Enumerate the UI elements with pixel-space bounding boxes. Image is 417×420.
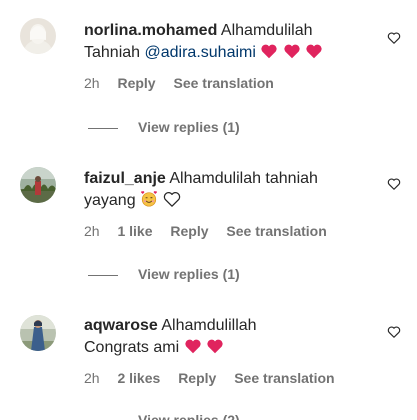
reply-button[interactable]: Reply	[170, 223, 208, 239]
reply-button[interactable]: Reply	[178, 370, 216, 386]
comment-text: Alhamdulillah	[161, 317, 257, 334]
comment-time: 2h	[84, 223, 100, 239]
view-replies-button[interactable]: View replies (1)	[88, 266, 240, 282]
see-translation-button[interactable]: See translation	[234, 370, 334, 386]
avatar[interactable]	[20, 315, 56, 351]
see-translation-button[interactable]: See translation	[173, 75, 273, 91]
red-heart-emoji	[305, 42, 323, 60]
comment-text: Tahniah	[84, 44, 141, 61]
comment-body: faizul_anje Alhamdulilah tahniah yayang	[84, 168, 374, 212]
avatar[interactable]	[20, 167, 56, 203]
comment-meta: 2h Reply See translation	[84, 75, 288, 91]
comment-meta: 2h 1 like Reply See translation	[84, 223, 341, 239]
white-heart-emoji	[163, 190, 181, 208]
comment-username[interactable]: aqwarose	[84, 317, 158, 334]
comment-text: Congrats ami	[84, 339, 180, 356]
likes-count[interactable]: 1 like	[117, 223, 152, 239]
red-heart-emoji	[184, 337, 202, 355]
comment-username[interactable]: faizul_anje	[84, 170, 166, 187]
mention-link[interactable]: @adira.suhaimi	[145, 44, 256, 61]
comment-body: aqwarose Alhamdulillah Congrats ami	[84, 315, 374, 359]
view-replies-button[interactable]: View replies (1)	[88, 119, 240, 135]
comment-meta: 2h 2 likes Reply See translation	[84, 370, 349, 386]
comment-time: 2h	[84, 370, 100, 386]
smiling-face-with-hearts-emoji	[140, 190, 158, 208]
reply-button[interactable]: Reply	[117, 75, 155, 91]
comment-body: norlina.mohamed Alhamdulilah Tahniah @ad…	[84, 20, 374, 64]
comments-panel: norlina.mohamed Alhamdulilah Tahniah @ad…	[0, 0, 417, 420]
avatar[interactable]	[20, 18, 56, 54]
see-translation-button[interactable]: See translation	[226, 223, 326, 239]
red-heart-emoji	[260, 42, 278, 60]
view-replies-label: View replies (1)	[138, 119, 240, 135]
view-replies-label: View replies (2)	[138, 412, 240, 420]
red-heart-emoji	[283, 42, 301, 60]
heart-outline-icon[interactable]	[387, 325, 401, 339]
red-heart-emoji	[206, 337, 224, 355]
comment-text: Alhamdulilah tahniah	[169, 170, 318, 187]
heart-outline-icon[interactable]	[387, 177, 401, 191]
likes-count[interactable]: 2 likes	[117, 370, 160, 386]
divider	[88, 127, 118, 129]
view-replies-label: View replies (1)	[138, 266, 240, 282]
view-replies-button[interactable]: View replies (2)	[88, 412, 240, 420]
heart-outline-icon[interactable]	[387, 31, 401, 45]
comment-time: 2h	[84, 75, 100, 91]
comment-text: Alhamdulilah	[220, 22, 313, 39]
comment-username[interactable]: norlina.mohamed	[84, 22, 217, 39]
comment-text: yayang	[84, 192, 136, 209]
divider	[88, 274, 118, 276]
